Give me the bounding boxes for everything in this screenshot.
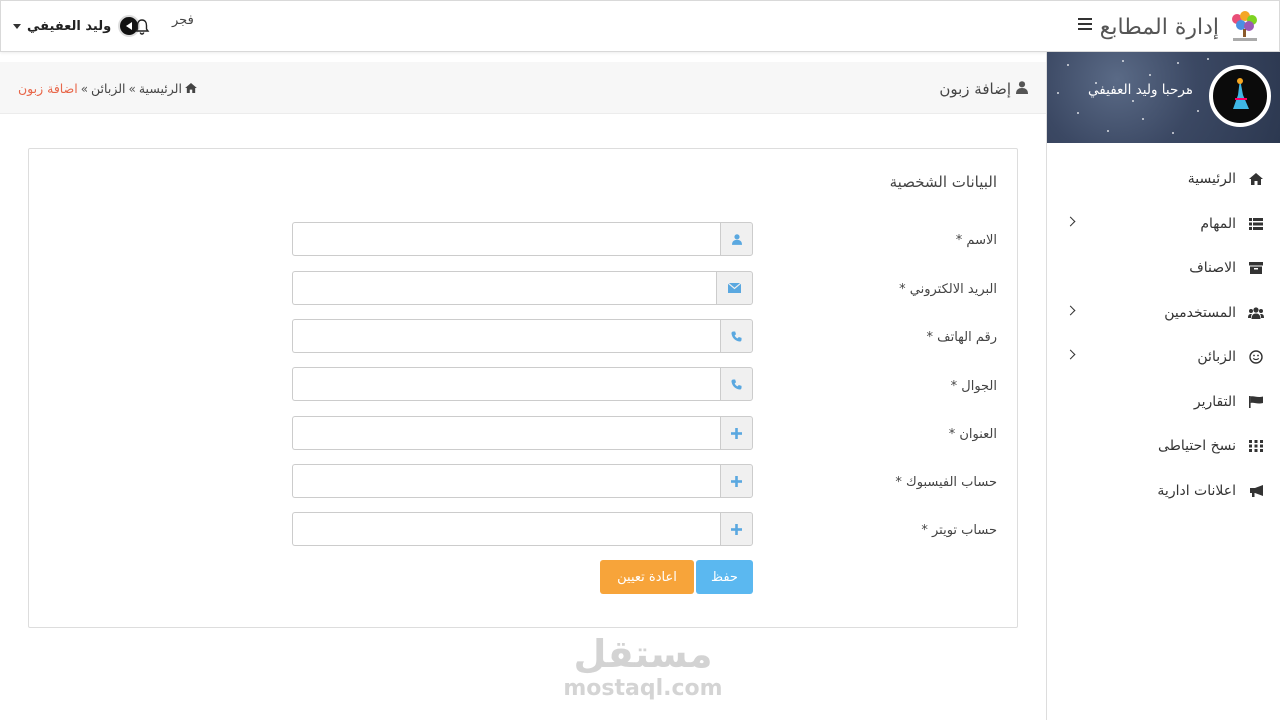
email-field[interactable] xyxy=(292,271,716,305)
user-menu[interactable]: وليد العفيفي xyxy=(13,14,141,38)
customer-form-panel: البيانات الشخصية الاسم * البريد الالكترو… xyxy=(28,148,1018,628)
twitter-input[interactable] xyxy=(292,512,720,546)
bell-icon[interactable] xyxy=(133,18,151,36)
phone-icon xyxy=(720,367,753,401)
address-input-group xyxy=(292,416,753,450)
sidebar-item-label: الرئيسية xyxy=(1187,171,1236,188)
menu-toggle-icon[interactable] xyxy=(1078,18,1092,32)
double-angle-left-icon: « xyxy=(128,81,136,96)
users-icon xyxy=(1248,306,1264,320)
user-icon xyxy=(720,222,753,256)
page-title-text: إضافة زبون xyxy=(939,80,1011,98)
section-title: البيانات الشخصية xyxy=(889,173,997,191)
sidebar-item-label: اعلانات ادارية xyxy=(1157,482,1236,499)
phone-label: رقم الهاتف * xyxy=(926,330,997,345)
mobile-label: الجوال * xyxy=(950,379,997,394)
sidebar-item-label: المستخدمين xyxy=(1164,304,1236,321)
email-input-group xyxy=(292,271,753,305)
brand-logo-icon xyxy=(1225,9,1265,45)
chevron-left-icon xyxy=(1065,305,1076,315)
breadcrumb: اضافة زبون « الزبائن « الرئيسية xyxy=(18,81,197,96)
list-icon xyxy=(1248,217,1264,231)
mobile-input[interactable] xyxy=(292,367,720,401)
flag-icon xyxy=(1248,395,1264,409)
sidebar-item-label: نسخ احتياطى xyxy=(1158,438,1236,455)
sidebar-item-announcements[interactable]: اعلانات ادارية xyxy=(1047,469,1280,514)
phone-icon xyxy=(720,319,753,353)
facebook-label: حساب الفيسبوك * xyxy=(895,475,997,490)
address-label: العنوان * xyxy=(948,427,997,442)
plus-icon xyxy=(720,464,753,498)
name-input-group xyxy=(292,222,753,256)
twitter-label: حساب تويتر * xyxy=(921,523,997,538)
sidebar-item-reports[interactable]: التقارير xyxy=(1047,380,1280,425)
sidebar-item-label: الاصناف xyxy=(1189,260,1236,277)
brand-title: إدارة المطابع xyxy=(1099,14,1219,40)
facebook-input-group xyxy=(292,464,753,498)
phone-input[interactable] xyxy=(292,319,720,353)
home-icon xyxy=(185,81,197,96)
smile-icon xyxy=(1248,350,1264,364)
prayer-time-label: فجر xyxy=(172,13,194,28)
sidebar-item-label: الزبائن xyxy=(1197,349,1236,366)
brand[interactable]: إدارة المطابع xyxy=(1100,7,1265,47)
welcome-text: مرحبا وليد العفيفي xyxy=(1088,82,1193,98)
page-title: إضافة زبون xyxy=(939,80,1028,98)
sidebar-item-home[interactable]: الرئيسية xyxy=(1047,157,1280,202)
sidebar-item-categories[interactable]: الاصناف xyxy=(1047,246,1280,291)
phone-input-group xyxy=(292,319,753,353)
breadcrumb-home[interactable]: الرئيسية xyxy=(139,81,182,96)
breadcrumb-current: اضافة زبون xyxy=(18,81,78,96)
name-input[interactable] xyxy=(292,222,720,256)
mobile-input-group xyxy=(292,367,753,401)
home-icon xyxy=(1248,172,1264,186)
user-icon xyxy=(1016,80,1028,98)
sidebar-item-label: المهام xyxy=(1200,215,1236,232)
chevron-left-icon xyxy=(1065,216,1076,226)
plus-icon xyxy=(720,416,753,450)
sidebar-profile: مرحبا وليد العفيفي xyxy=(1047,52,1280,143)
top-header: إدارة المطابع وليد العفيفي فجر xyxy=(0,0,1280,52)
breadcrumb-customers[interactable]: الزبائن xyxy=(91,81,125,96)
sidebar-item-customers[interactable]: الزبائن xyxy=(1047,335,1280,380)
save-button[interactable]: حفظ xyxy=(696,560,753,594)
archive-icon xyxy=(1248,261,1264,275)
facebook-input[interactable] xyxy=(292,464,720,498)
watermark-latin: mostaql.com xyxy=(563,676,723,701)
address-input[interactable] xyxy=(292,416,720,450)
sidebar-item-users[interactable]: المستخدمين xyxy=(1047,291,1280,336)
watermark: مستقل mostaql.com xyxy=(563,632,723,702)
sidebar-nav: الرئيسية المهام الاصناف المستخدمين الزبا… xyxy=(1047,143,1280,513)
chevron-left-icon xyxy=(1065,349,1076,360)
reset-button[interactable]: اعادة تعيين xyxy=(600,560,694,594)
watermark-arabic: مستقل xyxy=(573,632,713,676)
double-angle-left-icon: « xyxy=(80,81,89,96)
page-header: إضافة زبون اضافة زبون « الزبائن « الرئيس… xyxy=(0,62,1046,114)
sidebar-avatar xyxy=(1209,65,1271,127)
sidebar-item-label: التقارير xyxy=(1193,393,1236,410)
caret-down-icon xyxy=(13,23,21,29)
sidebar-item-backup[interactable]: نسخ احتياطى xyxy=(1047,424,1280,469)
grid-icon xyxy=(1248,439,1264,453)
sidebar-item-tasks[interactable]: المهام xyxy=(1047,202,1280,247)
plus-icon xyxy=(720,512,753,546)
sidebar: مرحبا وليد العفيفي الرئيسية المهام الاصن… xyxy=(1046,52,1280,720)
name-label: الاسم * xyxy=(955,233,997,248)
user-name: وليد العفيفي xyxy=(27,18,112,34)
bullhorn-icon xyxy=(1248,484,1264,498)
twitter-input-group xyxy=(292,512,753,546)
email-label: البريد الالكتروني * xyxy=(899,282,997,297)
envelope-icon xyxy=(716,271,753,305)
